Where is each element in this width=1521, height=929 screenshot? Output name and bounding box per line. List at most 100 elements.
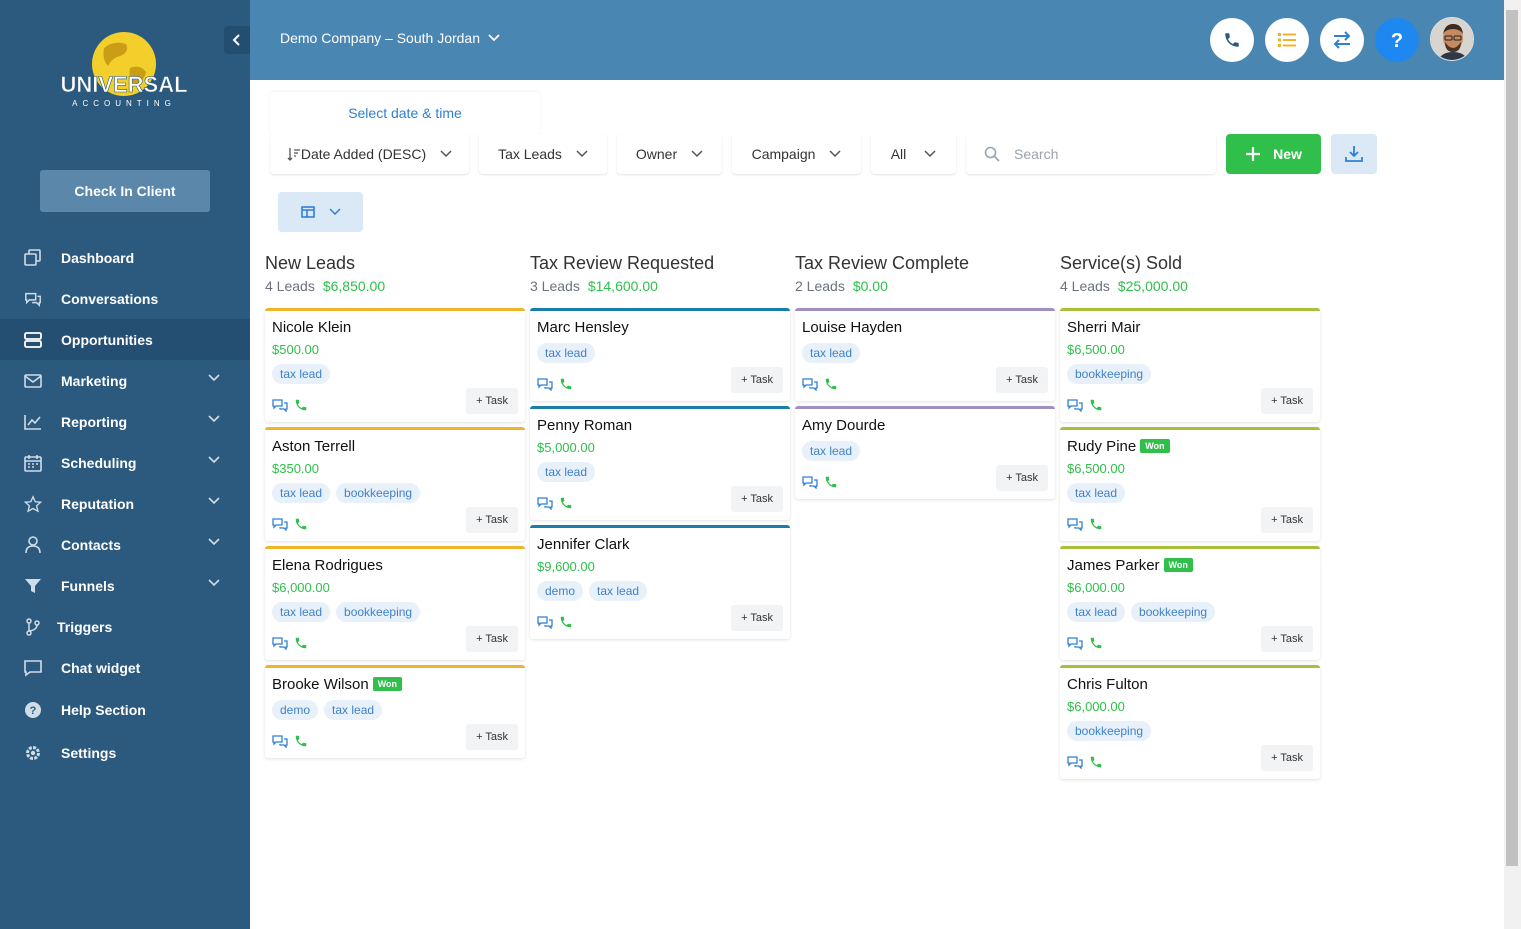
conversation-icon[interactable] (1067, 636, 1083, 655)
opportunity-card[interactable]: Amy Dourde tax lead + Task (795, 406, 1055, 499)
call-icon[interactable] (824, 475, 838, 494)
search-input[interactable] (1014, 146, 1194, 162)
tag-chip[interactable]: bookkeeping (1067, 721, 1152, 741)
tag-chip[interactable]: demo (272, 700, 319, 720)
add-task-button[interactable]: + Task (731, 486, 783, 512)
call-icon[interactable] (1089, 755, 1103, 774)
sidebar-item-reporting[interactable]: Reporting (0, 401, 250, 442)
contact-name[interactable]: James Parker (1067, 557, 1160, 574)
contact-name[interactable]: Sherri Mair (1067, 319, 1140, 336)
new-opportunity-button[interactable]: New (1226, 134, 1321, 174)
conversation-icon[interactable] (1067, 398, 1083, 417)
opportunity-card[interactable]: Aston Terrell $350.00 tax lead bookkeeping +… (265, 427, 525, 541)
tag-chip[interactable]: tax lead (272, 364, 331, 384)
company-switcher[interactable]: Demo Company – South Jordan (280, 30, 500, 46)
add-task-button[interactable]: + Task (466, 626, 518, 652)
add-task-button[interactable]: + Task (1261, 388, 1313, 414)
status-dropdown[interactable]: All (871, 134, 956, 174)
collapse-sidebar-button[interactable] (224, 26, 250, 54)
conversation-icon[interactable] (272, 734, 288, 753)
call-icon[interactable] (294, 517, 308, 536)
tag-chip[interactable]: tax lead (802, 343, 861, 363)
sidebar-item-chat-widget[interactable]: Chat widget (0, 647, 250, 688)
conversation-icon[interactable] (1067, 755, 1083, 774)
opportunity-card[interactable]: Penny Roman $5,000.00 tax lead + Task (530, 406, 790, 520)
tag-chip[interactable]: demo (537, 581, 584, 601)
call-icon[interactable] (294, 734, 308, 753)
add-task-button[interactable]: + Task (996, 465, 1048, 491)
sidebar-item-opportunities[interactable]: Opportunities (0, 319, 250, 360)
help-button[interactable]: ? (1375, 18, 1419, 62)
owner-dropdown[interactable]: Owner (617, 134, 722, 174)
check-in-client-button[interactable]: Check In Client (40, 170, 210, 212)
contact-name[interactable]: Jennifer Clark (537, 536, 630, 553)
tasks-list-button[interactable] (1265, 18, 1309, 62)
call-icon[interactable] (294, 636, 308, 655)
add-task-button[interactable]: + Task (466, 388, 518, 414)
call-icon[interactable] (1089, 398, 1103, 417)
conversation-icon[interactable] (537, 377, 553, 396)
view-switcher-button[interactable] (278, 192, 363, 232)
switch-account-button[interactable] (1320, 18, 1364, 62)
call-icon[interactable] (294, 398, 308, 417)
contact-name[interactable]: Brooke Wilson (272, 676, 369, 693)
sort-dropdown[interactable]: Date Added (DESC) (270, 134, 469, 174)
contact-name[interactable]: Amy Dourde (802, 417, 885, 434)
conversation-icon[interactable] (802, 475, 818, 494)
tag-chip[interactable]: tax lead (1067, 483, 1126, 503)
contact-name[interactable]: Penny Roman (537, 417, 632, 434)
tag-chip[interactable]: tax lead (272, 602, 331, 622)
tag-chip[interactable]: bookkeeping (1131, 602, 1216, 622)
contact-name[interactable]: Marc Hensley (537, 319, 629, 336)
call-icon[interactable] (824, 377, 838, 396)
contact-name[interactable]: Chris Fulton (1067, 676, 1148, 693)
call-icon[interactable] (559, 615, 573, 634)
conversation-icon[interactable] (537, 615, 553, 634)
tag-chip[interactable]: bookkeeping (336, 483, 421, 503)
contact-name[interactable]: Elena Rodrigues (272, 557, 383, 574)
sidebar-item-help-section[interactable]: ? Help Section (0, 688, 250, 731)
add-task-button[interactable]: + Task (1261, 626, 1313, 652)
opportunity-card[interactable]: James Parker Won $6,000.00 tax lead bookkeep… (1060, 546, 1320, 660)
call-icon[interactable] (1089, 517, 1103, 536)
conversation-icon[interactable] (272, 398, 288, 417)
opportunity-card[interactable]: Sherri Mair $6,500.00 bookkeeping + Task (1060, 308, 1320, 422)
sidebar-item-dashboard[interactable]: Dashboard (0, 237, 250, 278)
export-button[interactable] (1331, 134, 1377, 174)
add-task-button[interactable]: + Task (1261, 507, 1313, 533)
tag-chip[interactable]: bookkeeping (1067, 364, 1152, 384)
sidebar-item-contacts[interactable]: Contacts (0, 524, 250, 565)
sidebar-item-marketing[interactable]: Marketing (0, 360, 250, 401)
opportunity-card[interactable]: Brooke Wilson Won demo tax lead + Task (265, 665, 525, 758)
conversation-icon[interactable] (272, 517, 288, 536)
tag-chip[interactable]: tax lead (589, 581, 648, 601)
contact-name[interactable]: Aston Terrell (272, 438, 355, 455)
opportunity-card[interactable]: Elena Rodrigues $6,000.00 tax lead bookkeep… (265, 546, 525, 660)
call-icon[interactable] (559, 496, 573, 515)
opportunity-card[interactable]: Rudy Pine Won $6,500.00 tax lead + Task (1060, 427, 1320, 541)
tag-chip[interactable]: tax lead (1067, 602, 1126, 622)
tag-chip[interactable]: tax lead (324, 700, 383, 720)
call-icon[interactable] (1089, 636, 1103, 655)
opportunity-card[interactable]: Marc Hensley tax lead + Task (530, 308, 790, 401)
add-task-button[interactable]: + Task (731, 605, 783, 631)
add-task-button[interactable]: + Task (1261, 745, 1313, 771)
campaign-dropdown[interactable]: Campaign (732, 134, 861, 174)
opportunity-card[interactable]: Louise Hayden tax lead + Task (795, 308, 1055, 401)
opportunity-card[interactable]: Chris Fulton $6,000.00 bookkeeping + Task (1060, 665, 1320, 779)
scrollbar-thumb[interactable] (1506, 10, 1518, 866)
tag-chip[interactable]: bookkeeping (336, 602, 421, 622)
add-task-button[interactable]: + Task (731, 367, 783, 393)
conversation-icon[interactable] (802, 377, 818, 396)
tag-chip[interactable]: tax lead (537, 462, 596, 482)
opportunity-card[interactable]: Jennifer Clark $9,600.00 demo tax lead + Tas… (530, 525, 790, 639)
sidebar-item-scheduling[interactable]: Scheduling (0, 442, 250, 483)
sidebar-item-conversations[interactable]: Conversations (0, 278, 250, 319)
pipeline-dropdown[interactable]: Tax Leads (479, 134, 607, 174)
call-icon[interactable] (559, 377, 573, 396)
add-task-button[interactable]: + Task (466, 507, 518, 533)
tag-chip[interactable]: tax lead (802, 441, 861, 461)
add-task-button[interactable]: + Task (466, 724, 518, 750)
phone-button[interactable] (1210, 18, 1254, 62)
sidebar-item-triggers[interactable]: Triggers (0, 606, 250, 647)
